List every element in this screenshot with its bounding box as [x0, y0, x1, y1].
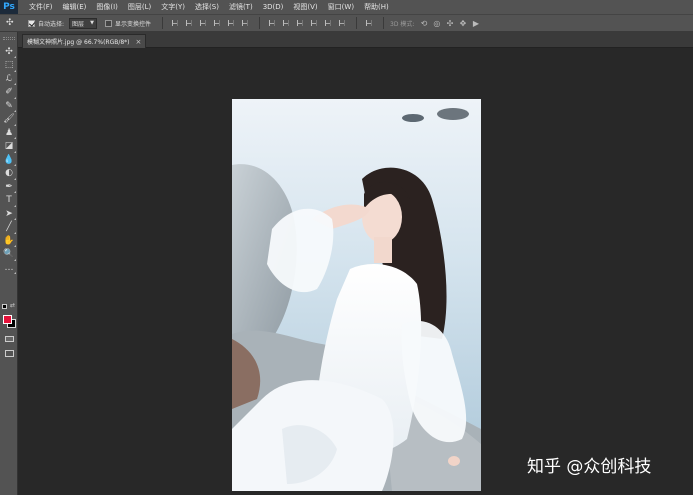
more-tools-icon[interactable]: … [2, 262, 16, 274]
tool-flyout-indicator [14, 123, 16, 126]
path-select-tool-icon[interactable]: ➤ [2, 208, 16, 220]
watermark-text: 知乎 @众创科技 [527, 457, 652, 477]
align-left-icon[interactable] [211, 18, 223, 28]
tool-flyout-indicator [14, 218, 16, 220]
divider [162, 17, 164, 29]
menu-bar: Ps 文件(F) 编辑(E) 图像(I) 图层(L) 文字(Y) 选择(S) 滤… [0, 0, 693, 14]
tool-flyout-indicator [14, 56, 16, 58]
eraser-tool-icon[interactable]: ◪ [2, 141, 16, 153]
close-icon[interactable]: × [136, 38, 142, 46]
divider [356, 17, 358, 29]
align-hcenter-icon[interactable] [225, 18, 237, 28]
tool-flyout-indicator [14, 191, 16, 193]
default-colors-icon[interactable] [2, 304, 7, 309]
marquee-tool-icon[interactable]: ⬚ [2, 60, 16, 72]
menu-filter[interactable]: 滤镜(T) [224, 2, 258, 12]
divider [259, 17, 261, 29]
eyedropper-tool-icon[interactable]: ✎ [2, 100, 16, 112]
menu-help[interactable]: 帮助(H) [359, 2, 394, 12]
tool-flyout-indicator [14, 272, 16, 274]
clone-stamp-tool-icon[interactable]: ♟ [2, 127, 16, 139]
menu-image[interactable]: 图像(I) [91, 2, 123, 12]
tool-flyout-indicator [14, 96, 16, 99]
auto-select-value: 图层 [72, 20, 85, 28]
tool-flyout-indicator [14, 245, 16, 247]
move-options-icon[interactable]: ✣ [6, 18, 28, 28]
chevron-down-icon: ▼ [90, 20, 95, 26]
3d-drag-icon[interactable]: ✣ [444, 18, 455, 28]
auto-select-label: 自动选择: [38, 20, 65, 28]
screen-mode-icon[interactable] [2, 347, 16, 359]
blur-tool-icon[interactable]: 💧 [2, 154, 16, 166]
type-tool-icon[interactable]: T [2, 195, 16, 207]
distribute-right-icon[interactable] [336, 18, 348, 28]
auto-align-icon[interactable] [363, 18, 375, 28]
tool-flyout-indicator [14, 258, 16, 261]
distribute-left-icon[interactable] [308, 18, 320, 28]
show-transform-checkbox[interactable] [105, 19, 113, 27]
document-tab-bar: 模糊文神照片.jpg @ 66.7%(RGB/8*) × [18, 32, 693, 48]
show-transform-label: 显示变换控件 [115, 20, 152, 28]
hand-tool-icon[interactable]: ✋ [2, 235, 16, 247]
3d-rotate-icon[interactable]: ⟲ [418, 18, 429, 28]
align-right-icon[interactable] [239, 18, 251, 28]
auto-select-checkbox[interactable] [28, 19, 35, 27]
tool-flyout-indicator [14, 164, 16, 166]
auto-select-dropdown[interactable]: 图层 ▼ [69, 17, 98, 29]
align-vcenter-icon[interactable] [183, 18, 195, 28]
tool-flyout-indicator [14, 69, 16, 72]
menu-3d[interactable]: 3D(D) [258, 3, 289, 11]
pen-tool-icon[interactable]: ✒ [2, 181, 16, 193]
panel-grip[interactable] [3, 37, 15, 40]
swap-colors-icon[interactable]: ⇄ [10, 302, 15, 309]
tool-flyout-indicator [14, 150, 16, 153]
distribute-top-icon[interactable] [266, 18, 278, 28]
menu-file[interactable]: 文件(F) [24, 2, 58, 12]
menu-layer[interactable]: 图层(L) [123, 2, 156, 12]
photoshop-logo: Ps [0, 0, 18, 14]
document-title: 模糊文神照片.jpg @ 66.7%(RGB/8*) [27, 39, 130, 46]
distribute-vcenter-icon[interactable] [280, 18, 292, 28]
tool-flyout-indicator [14, 137, 16, 139]
document-tab[interactable]: 模糊文神照片.jpg @ 66.7%(RGB/8*) × [22, 34, 146, 48]
brush-tool-icon[interactable]: 🖌 [2, 114, 16, 126]
menu-view[interactable]: 视图(V) [288, 2, 322, 12]
distribute-hcenter-icon[interactable] [322, 18, 334, 28]
distribute-bottom-icon[interactable] [294, 18, 306, 28]
tool-flyout-indicator [14, 110, 16, 112]
dodge-tool-icon[interactable]: ◐ [2, 168, 16, 180]
menu-select[interactable]: 选择(S) [190, 2, 224, 12]
photo-illustration [232, 99, 481, 491]
tool-flyout-indicator [14, 177, 16, 180]
foreground-color-swatch[interactable] [3, 315, 12, 324]
menu-type[interactable]: 文字(Y) [156, 2, 190, 12]
tool-flyout-indicator [14, 204, 16, 207]
zoom-tool-icon[interactable]: 🔍 [2, 249, 16, 261]
menu-edit[interactable]: 编辑(E) [58, 2, 92, 12]
3d-roll-icon[interactable]: ◎ [431, 18, 442, 28]
options-bar: ✣ 自动选择: 图层 ▼ 显示变换控件 3D 模式: ⟲ ◎ ✣ ✥ ▶ [0, 14, 693, 32]
3d-camera-icon[interactable]: ▶ [470, 18, 481, 28]
tools-panel: ✣ ⬚ ℒ ✐ ✎ 🖌 ♟ ◪ 💧 ◐ ✒ T ➤ ╱ ✋ 🔍… ⇄ [0, 32, 18, 495]
tool-flyout-indicator [14, 83, 16, 85]
align-bottom-icon[interactable] [197, 18, 209, 28]
3d-slide-icon[interactable]: ✥ [457, 18, 468, 28]
tool-flyout-indicator [14, 231, 16, 234]
lasso-tool-icon[interactable]: ℒ [2, 73, 16, 85]
quick-select-tool-icon[interactable]: ✐ [2, 87, 16, 99]
line-tool-icon[interactable]: ╱ [2, 222, 16, 234]
document-image[interactable] [232, 99, 481, 491]
quick-mask-icon[interactable] [2, 333, 16, 345]
menu-window[interactable]: 窗口(W) [323, 2, 359, 12]
align-top-icon[interactable] [169, 18, 181, 28]
move-tool-icon[interactable]: ✣ [2, 46, 16, 58]
3d-mode-label: 3D 模式: [390, 20, 415, 28]
divider [383, 17, 385, 29]
